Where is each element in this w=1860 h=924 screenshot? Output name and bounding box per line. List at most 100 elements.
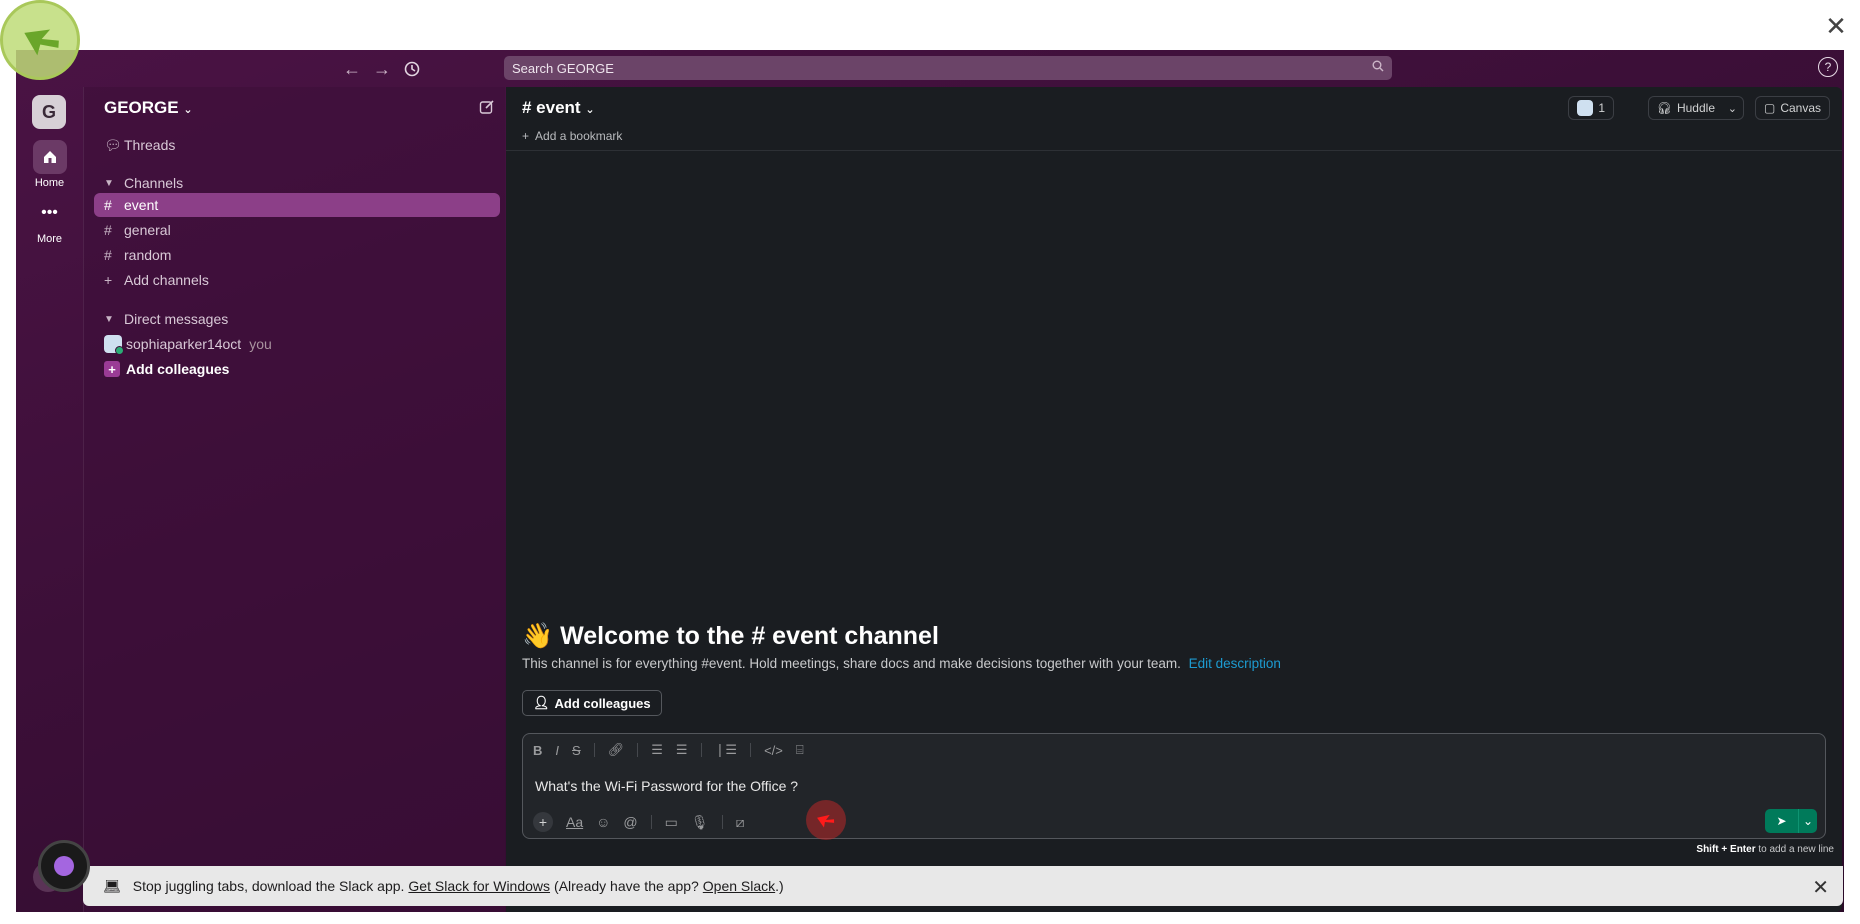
plus-icon: +	[522, 129, 530, 143]
divider	[650, 815, 652, 829]
sidebar-item-general[interactable]: # general	[94, 218, 500, 242]
composer-actions: + Aa ☺ @ ▭ 🎙︎ ⧄	[533, 812, 745, 832]
channel-title[interactable]: # event ⌄	[522, 98, 595, 118]
send-options-chevron-icon[interactable]: ⌄	[1799, 809, 1817, 833]
hash-icon: #	[104, 222, 112, 238]
welcome-heading: 👋 Welcome to the # event channel	[522, 622, 939, 651]
link-icon[interactable]: 🔗︎	[608, 742, 625, 758]
hint-keys: Shift + Enter	[1696, 844, 1756, 855]
workspace-name[interactable]: GEORGE ⌄	[104, 98, 193, 118]
forward-arrow-icon[interactable]: →	[370, 57, 394, 81]
sidebar-item-label: Add colleagues	[126, 361, 230, 377]
you-tag: you	[249, 336, 272, 352]
sidebar-item-label: general	[124, 222, 171, 238]
laptop-icon: 💻︎	[103, 877, 121, 894]
canvas-label: Canvas	[1780, 101, 1821, 115]
hash-icon: #	[104, 197, 112, 213]
sidebar-item-threads[interactable]: 💬︎ Threads	[94, 133, 500, 157]
download-banner: 💻︎ Stop juggling tabs, download the Slac…	[83, 866, 1843, 906]
send-button[interactable]: ➤ ⌄	[1765, 809, 1817, 833]
workspace-name-text: GEORGE	[104, 98, 179, 117]
strikethrough-icon[interactable]: S	[572, 743, 581, 758]
channel-view: # event ⌄ + Add a bookmark 1 🎧︎ Huddle ⌄	[506, 87, 1842, 912]
screen: ✕ ← → Search GEORGE ? G Home ••• More GE…	[0, 0, 1860, 924]
add-bookmark-label: Add a bookmark	[535, 129, 623, 143]
channel-header: # event ⌄ + Add a bookmark 1 🎧︎ Huddle ⌄	[506, 87, 1842, 151]
more-dots-icon: •••	[41, 204, 58, 221]
italic-icon[interactable]: I	[555, 743, 559, 758]
rail-home-label: Home	[34, 177, 65, 189]
canvas-button[interactable]: ▢ Canvas	[1754, 96, 1830, 120]
rail-home[interactable]: Home	[16, 140, 83, 189]
blockquote-icon[interactable]: ❘☰	[715, 742, 738, 758]
channels-section-header[interactable]: ▼ Channels	[94, 171, 500, 195]
members-button[interactable]: 1	[1568, 96, 1614, 120]
banner-text-mid: (Already have the app?	[554, 878, 699, 894]
add-bookmark-button[interactable]: + Add a bookmark	[522, 129, 622, 143]
channel-sidebar: GEORGE ⌄ 💬︎ Threads ▼ Channels # event #…	[83, 87, 505, 912]
workspace-avatar[interactable]: G	[32, 95, 66, 129]
huddle-chevron-icon[interactable]: ⌄	[1728, 102, 1737, 115]
sidebar-item-label: random	[124, 247, 172, 263]
plus-icon: +	[104, 272, 113, 288]
banner-close-button[interactable]: ✕	[1812, 875, 1829, 900]
composer-hint: Shift + Enter to add a new line	[1696, 844, 1834, 855]
bold-icon[interactable]: B	[533, 743, 542, 758]
add-colleagues-button[interactable]: 👤︎ Add colleagues	[522, 690, 662, 716]
mention-icon[interactable]: @	[623, 814, 637, 830]
headphones-icon: 🎧︎	[1656, 101, 1672, 115]
attach-plus-icon[interactable]: +	[533, 812, 553, 832]
member-avatar	[1577, 100, 1594, 116]
channel-description: This channel is for everything #event. H…	[522, 656, 1281, 671]
divider	[750, 743, 752, 757]
open-slack-link[interactable]: Open Slack	[703, 878, 775, 894]
banner-text-end: .)	[775, 878, 784, 894]
formatting-aa-icon[interactable]: Aa	[566, 814, 583, 830]
click-indicator-icon	[806, 800, 846, 840]
message-composer[interactable]: B I S 🔗︎ ☰ ☰ ❘☰ </> ⌸ What's the Wi-Fi P…	[522, 733, 1826, 840]
plus-box-icon: +	[104, 361, 120, 377]
search-input[interactable]: Search GEORGE	[504, 56, 1392, 80]
threads-icon: 💬︎	[104, 136, 122, 153]
code-block-icon[interactable]: ⌸	[796, 742, 804, 758]
video-icon[interactable]: ▭	[665, 814, 678, 831]
microphone-icon[interactable]: 🎙︎	[691, 814, 709, 831]
sidebar-item-event[interactable]: # event	[94, 193, 500, 217]
huddle-label: Huddle	[1676, 101, 1715, 115]
emoji-icon[interactable]: ☺	[596, 814, 610, 830]
chevron-down-icon: ⌄	[585, 104, 595, 116]
help-icon[interactable]: ?	[1818, 57, 1838, 77]
back-arrow-icon[interactable]: ←	[340, 57, 364, 81]
sidebar-item-add-colleagues[interactable]: + Add colleagues	[94, 357, 500, 381]
history-icon[interactable]	[400, 57, 424, 81]
edit-description-link[interactable]: Edit description	[1189, 656, 1281, 671]
code-icon[interactable]: </>	[764, 743, 783, 758]
sidebar-item-add-channels[interactable]: + Add channels	[94, 268, 500, 292]
canvas-icon: ▢	[1763, 101, 1776, 115]
description-text: This channel is for everything #event. H…	[522, 656, 1181, 671]
compose-icon[interactable]	[479, 99, 495, 120]
message-input[interactable]: What's the Wi-Fi Password for the Office…	[535, 778, 798, 794]
slash-command-icon[interactable]: ⧄	[736, 814, 745, 831]
get-slack-windows-link[interactable]: Get Slack for Windows	[408, 878, 550, 894]
rail-more[interactable]: ••• More	[16, 196, 83, 245]
ordered-list-icon[interactable]: ☰	[651, 742, 663, 758]
sidebar-item-dm-self[interactable]: sophiaparker14oct you	[94, 332, 500, 356]
user-avatar	[104, 335, 124, 355]
home-icon	[32, 140, 67, 174]
sidebar-item-label: sophiaparker14oct	[126, 336, 242, 352]
sidebar-item-random[interactable]: # random	[94, 243, 500, 267]
page-close-button[interactable]: ✕	[1820, 10, 1852, 42]
workspace-rail: G Home ••• More +	[16, 87, 83, 912]
dm-section-header[interactable]: ▼ Direct messages	[94, 307, 500, 331]
hash-icon: #	[104, 247, 112, 263]
recording-indicator[interactable]	[38, 840, 90, 892]
bullet-list-icon[interactable]: ☰	[676, 742, 688, 758]
send-arrow-icon[interactable]: ➤	[1765, 809, 1799, 833]
arrow-cursor-icon	[24, 29, 59, 56]
rail-more-label: More	[36, 233, 63, 245]
search-icon	[1372, 60, 1384, 75]
huddle-button[interactable]: 🎧︎ Huddle ⌄	[1647, 96, 1744, 120]
slack-window: ← → Search GEORGE ? G Home ••• More GEOR…	[16, 50, 1844, 912]
divider	[700, 743, 702, 757]
